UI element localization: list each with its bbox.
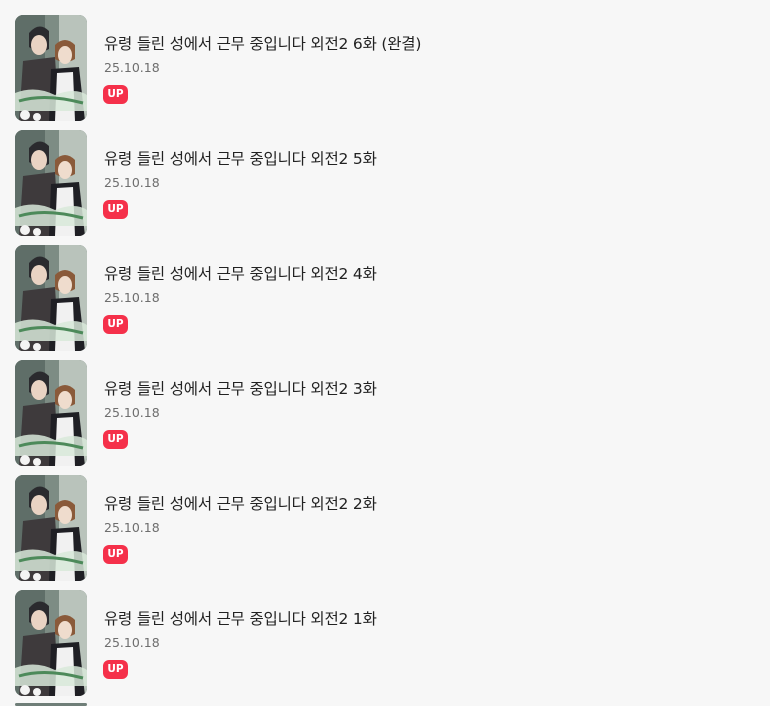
episode-thumbnail bbox=[15, 245, 87, 351]
up-badge: UP bbox=[103, 85, 128, 104]
episode-row[interactable]: 유령 들린 성에서 근무 중입니다 외전2 3화 25.10.18 UP bbox=[0, 360, 770, 475]
episode-title: 유령 들린 성에서 근무 중입니다 외전2 2화 bbox=[104, 495, 377, 513]
episode-title: 유령 들린 성에서 근무 중입니다 외전2 4화 bbox=[104, 265, 377, 283]
episode-thumbnail bbox=[15, 590, 87, 696]
episode-row[interactable]: 유령 들린 성에서 근무 중입니다 외전2 2화 25.10.18 UP bbox=[0, 475, 770, 590]
episode-list: 유령 들린 성에서 근무 중입니다 외전2 6화 (완결) 25.10.18 U… bbox=[0, 0, 770, 706]
episode-thumbnail bbox=[15, 15, 87, 121]
episode-title: 유령 들린 성에서 근무 중입니다 외전2 1화 bbox=[104, 610, 377, 628]
up-badge: UP bbox=[103, 315, 128, 334]
episode-thumbnail bbox=[15, 475, 87, 581]
episode-date: 25.10.18 bbox=[104, 290, 160, 305]
episode-date: 25.10.18 bbox=[104, 175, 160, 190]
episode-title: 유령 들린 성에서 근무 중입니다 외전2 6화 (완결) bbox=[104, 35, 422, 53]
episode-row[interactable]: 유령 들린 성에서 근무 중입니다 외전2 1화 25.10.18 UP bbox=[0, 590, 770, 705]
episode-date: 25.10.18 bbox=[104, 60, 160, 75]
episode-thumbnail bbox=[15, 130, 87, 236]
up-badge: UP bbox=[103, 200, 128, 219]
episode-row[interactable]: 유령 들린 성에서 근무 중입니다 외전2 5화 25.10.18 UP bbox=[0, 130, 770, 245]
episode-title: 유령 들린 성에서 근무 중입니다 외전2 3화 bbox=[104, 380, 377, 398]
episode-row[interactable]: 유령 들린 성에서 근무 중입니다 외전2 6화 (완결) 25.10.18 U… bbox=[0, 15, 770, 130]
up-badge: UP bbox=[103, 545, 128, 564]
episode-date: 25.10.18 bbox=[104, 520, 160, 535]
episode-title: 유령 들린 성에서 근무 중입니다 외전2 5화 bbox=[104, 150, 377, 168]
episode-date: 25.10.18 bbox=[104, 635, 160, 650]
episode-row[interactable]: 유령 들린 성에서 근무 중입니다 외전2 4화 25.10.18 UP bbox=[0, 245, 770, 360]
episode-date: 25.10.18 bbox=[104, 405, 160, 420]
episode-thumbnail bbox=[15, 360, 87, 466]
up-badge: UP bbox=[103, 660, 128, 679]
up-badge: UP bbox=[103, 430, 128, 449]
